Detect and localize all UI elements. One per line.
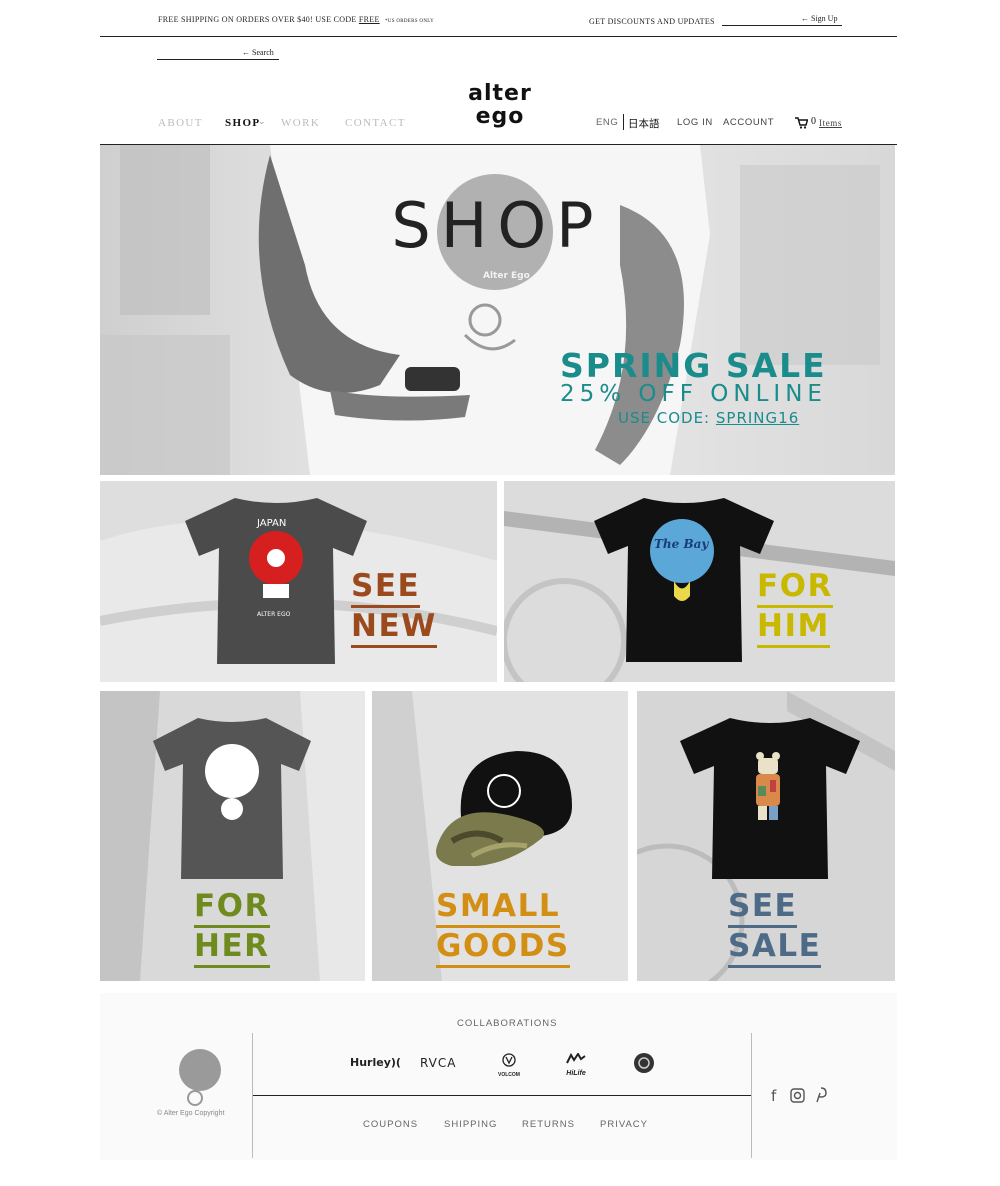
site-logo[interactable]: alter ego bbox=[455, 82, 545, 128]
account-link[interactable]: ACCOUNT bbox=[723, 117, 774, 128]
for-him-line1: FOR bbox=[757, 568, 833, 608]
nav-about[interactable]: ABOUT bbox=[158, 117, 203, 129]
instagram-icon[interactable] bbox=[790, 1088, 805, 1103]
collaborations-title: COLLABORATIONS bbox=[457, 1018, 558, 1029]
facebook-icon[interactable]: f bbox=[771, 1087, 776, 1105]
see-sale-line2: SALE bbox=[728, 928, 822, 968]
hilife-logo[interactable]: HiLife bbox=[561, 1052, 591, 1077]
hurley-text: Hurley bbox=[350, 1056, 391, 1069]
small-goods-line2: GOODS bbox=[436, 928, 570, 968]
for-her-line1: FOR bbox=[194, 888, 270, 928]
volcom-logo[interactable]: VOLCOM bbox=[491, 1053, 527, 1078]
lang-divider bbox=[623, 114, 624, 130]
shipping-note: *US ORDERS ONLY bbox=[385, 19, 435, 24]
sale-code[interactable]: SPRING16 bbox=[716, 409, 799, 427]
search-button[interactable]: ← Search bbox=[242, 48, 274, 57]
shipping-text: FREE SHIPPING ON ORDERS OVER $40! USE CO… bbox=[158, 15, 359, 24]
for-him-line2: HIM bbox=[757, 608, 830, 648]
for-him-label: FOR HIM bbox=[757, 568, 833, 648]
volcom-text: VOLCOM bbox=[498, 1072, 520, 1078]
footer-returns-link[interactable]: RETURNS bbox=[522, 1119, 575, 1130]
top-divider bbox=[100, 36, 897, 37]
footer-privacy-link[interactable]: PRIVACY bbox=[600, 1119, 648, 1130]
nav-shop[interactable]: SHOP bbox=[225, 117, 261, 129]
see-sale-line1: SEE bbox=[728, 888, 798, 928]
hurley-logo[interactable]: Hurley)( bbox=[350, 1056, 401, 1069]
footer-divider-right bbox=[751, 1033, 752, 1158]
small-goods-label: SMALL GOODS bbox=[436, 888, 570, 968]
logo-line-alter: alter bbox=[468, 81, 532, 106]
hilife-text: HiLife bbox=[566, 1070, 586, 1077]
sale-code-line: USE CODE: SPRING16 bbox=[618, 409, 799, 427]
snapback-hat-image bbox=[436, 751, 572, 866]
cart-items-link[interactable]: Items bbox=[819, 118, 842, 128]
pinterest-icon[interactable] bbox=[815, 1087, 827, 1103]
nav-contact[interactable]: CONTACT bbox=[345, 117, 406, 129]
for-her-label: FOR HER bbox=[194, 888, 270, 968]
hero-banner[interactable]: Alter Ego SHOP SPRING SALE 25% OFF ONLIN… bbox=[100, 145, 895, 475]
tile-small-goods[interactable]: SMALL GOODS bbox=[372, 691, 628, 981]
hero-title: SHOP bbox=[391, 189, 604, 262]
lang-jp[interactable]: 日本語 bbox=[628, 116, 660, 131]
japan-shirt-brand: ALTER EGO bbox=[257, 611, 291, 618]
sale-title: SPRING SALE bbox=[560, 346, 827, 385]
for-her-line2: HER bbox=[194, 928, 270, 968]
bay-shirt-text: The Bay bbox=[654, 537, 709, 551]
shipping-code: FREE bbox=[358, 15, 380, 24]
footer-coupons-link[interactable]: COUPONS bbox=[363, 1119, 418, 1130]
footer-mascot-logo[interactable] bbox=[175, 1048, 225, 1108]
tile-see-sale[interactable]: SEE SALE bbox=[637, 691, 895, 981]
japan-shirt-text: JAPAN bbox=[256, 518, 286, 529]
see-sale-label: SEE SALE bbox=[728, 888, 822, 968]
cart-count[interactable]: 0 bbox=[811, 116, 817, 127]
footer-middle-divider bbox=[253, 1095, 751, 1096]
signup-label: GET DISCOUNTS AND UPDATES bbox=[589, 17, 715, 26]
see-new-line2: NEW bbox=[351, 608, 437, 648]
japan-tshirt-image: JAPAN ALTER EGO bbox=[185, 498, 367, 664]
the-bay-tshirt-image: The Bay bbox=[594, 498, 774, 662]
login-link[interactable]: LOG IN bbox=[677, 117, 713, 128]
chevron-down-icon[interactable]: ⌄ bbox=[258, 116, 266, 127]
sale-subtitle: 25% OFF ONLINE bbox=[560, 381, 827, 407]
mascot-text: Alter Ego bbox=[483, 271, 530, 281]
sale-code-prefix: USE CODE: bbox=[618, 409, 716, 427]
tile-for-him[interactable]: The Bay FOR HIM bbox=[504, 481, 895, 682]
logo-line-ego: ego bbox=[475, 104, 525, 129]
bearbrick-tshirt-image bbox=[680, 718, 860, 879]
lang-en[interactable]: ENG bbox=[596, 117, 618, 128]
footer-shipping-link[interactable]: SHIPPING bbox=[444, 1119, 497, 1130]
tile-for-her[interactable]: FOR HER bbox=[100, 691, 365, 981]
tile-see-new[interactable]: JAPAN ALTER EGO SEE NEW bbox=[100, 481, 497, 682]
for-her-tshirt-image bbox=[153, 718, 311, 879]
rvca-logo[interactable]: RVCA bbox=[420, 1056, 456, 1070]
signup-button[interactable]: ← Sign Up bbox=[801, 14, 837, 23]
nav-work[interactable]: WORK bbox=[281, 117, 320, 129]
small-goods-line1: SMALL bbox=[436, 888, 561, 928]
copyright-text: © Alter Ego Copyright bbox=[157, 1110, 225, 1117]
see-new-line1: SEE bbox=[351, 568, 421, 608]
collaboration-emblem-icon[interactable] bbox=[633, 1052, 655, 1074]
cart-icon[interactable] bbox=[795, 116, 809, 134]
see-new-label: SEE NEW bbox=[351, 568, 437, 648]
shipping-banner: FREE SHIPPING ON ORDERS OVER $40! USE CO… bbox=[158, 15, 434, 24]
